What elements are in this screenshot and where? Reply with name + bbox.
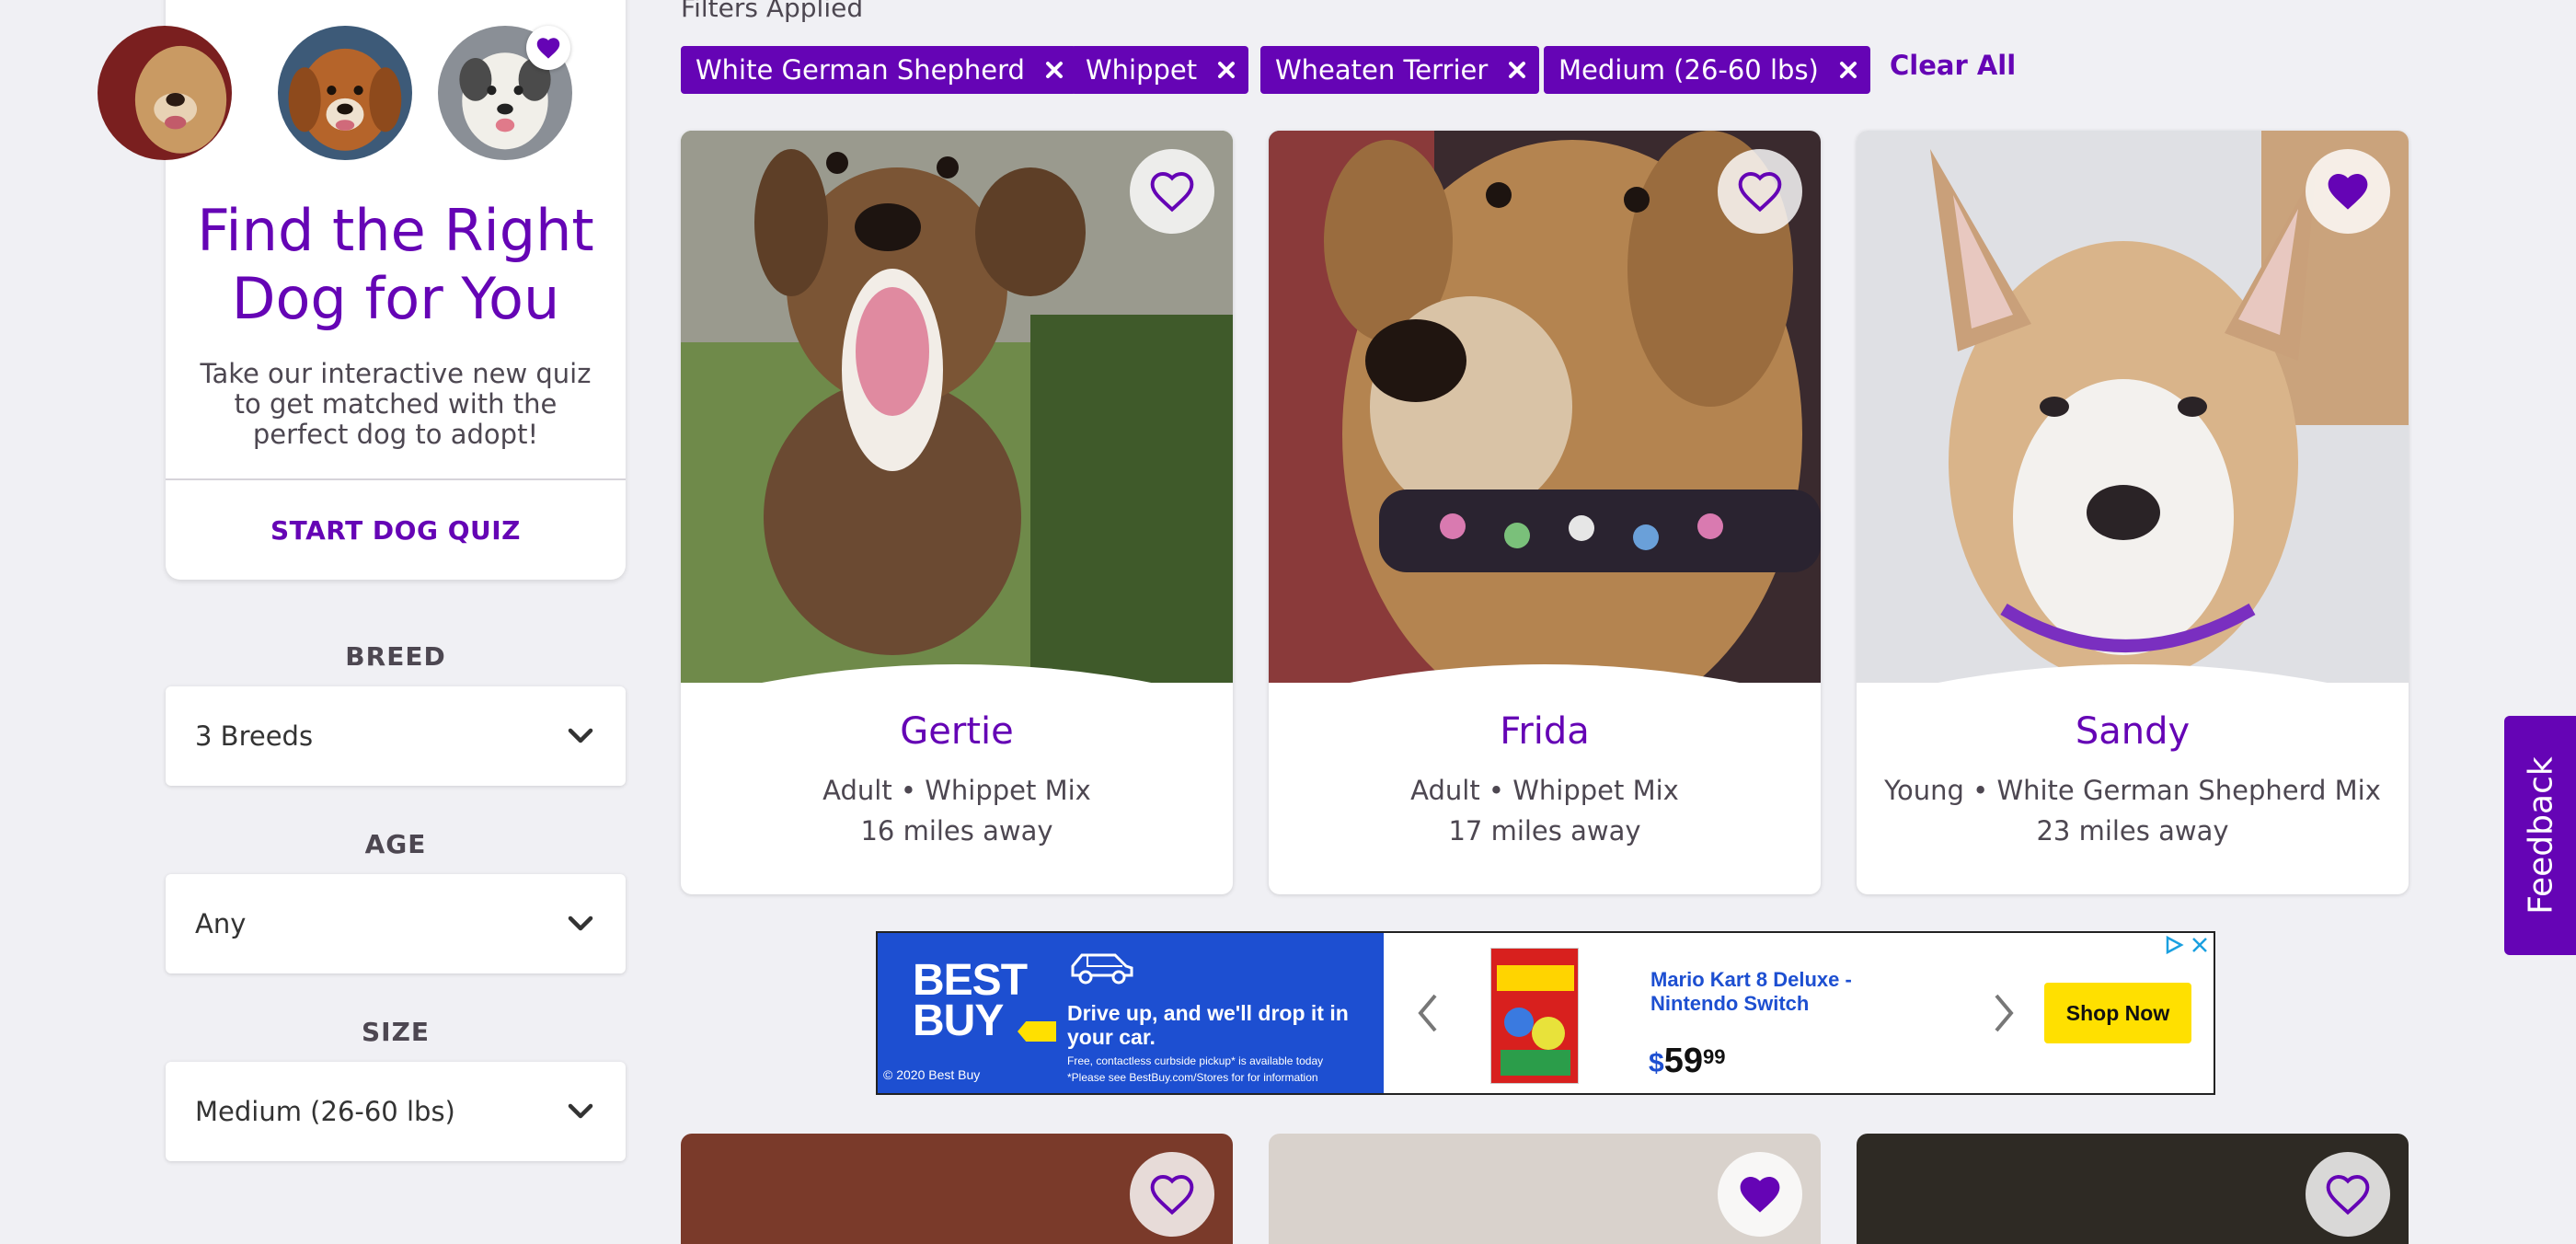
heart-filled-icon — [1740, 1177, 1780, 1213]
ad-left-panel: BEST BUY © 2020 Best Buy Drive up, and w… — [878, 933, 1384, 1093]
close-icon[interactable] — [2190, 935, 2210, 955]
filter-chip-wheaten-terrier[interactable]: Wheaten Terrier — [1260, 46, 1540, 94]
pet-meta: Adult • Whippet Mix — [1410, 775, 1679, 806]
breed-filter-label: BREED — [345, 641, 446, 672]
adchoices-icon[interactable] — [2164, 935, 2184, 955]
start-dog-quiz-button[interactable]: START DOG QUIZ — [166, 480, 626, 580]
chevron-down-icon — [568, 728, 593, 743]
size-select-value: Medium (26-60 lbs) — [195, 1096, 455, 1127]
filter-chip-white-german-shepherd[interactable]: White German Shepherd — [681, 46, 1076, 94]
pet-name[interactable]: Frida — [1269, 710, 1821, 753]
close-icon[interactable] — [1508, 61, 1526, 79]
heart-outline-icon — [1150, 1175, 1194, 1215]
pet-meta: Adult • Whippet Mix — [822, 775, 1091, 806]
ad-fine-print: *Please see BestBuy.com/Stores for for i… — [1067, 1071, 1318, 1084]
size-select[interactable]: Medium (26-60 lbs) — [166, 1062, 626, 1161]
best-buy-ad-banner[interactable]: BEST BUY © 2020 Best Buy Drive up, and w… — [876, 931, 2215, 1095]
close-icon[interactable] — [1217, 61, 1236, 79]
breed-select-value: 3 Breeds — [195, 720, 314, 752]
age-filter-label: AGE — [364, 829, 427, 859]
feedback-label: Feedback — [2522, 756, 2560, 915]
pet-card-gertie[interactable]: Gertie Adult • Whippet Mix 16 miles away — [681, 131, 1233, 894]
quiz-avatar-dog-1 — [98, 26, 232, 160]
favorite-button[interactable] — [1130, 1152, 1214, 1237]
close-icon[interactable] — [1045, 61, 1064, 79]
chevron-left-icon[interactable] — [1415, 992, 1441, 1034]
breed-select[interactable]: 3 Breeds — [166, 686, 626, 786]
pet-card-frida[interactable]: Frida Adult • Whippet Mix 17 miles away — [1269, 131, 1821, 894]
heart-outline-icon — [2326, 1175, 2370, 1215]
quiz-avatar-dog-2 — [278, 26, 412, 160]
ad-fine-print: Free, contactless curbside pickup* is av… — [1067, 1054, 1324, 1067]
pet-breed: Whippet Mix — [1512, 775, 1679, 806]
filter-chip-label: Medium (26-60 lbs) — [1558, 54, 1819, 86]
filter-chip-whippet[interactable]: Whippet — [1071, 46, 1249, 94]
pet-card-partial[interactable] — [1857, 1134, 2409, 1244]
price-whole: 59 — [1663, 1042, 1703, 1080]
close-icon[interactable] — [1839, 61, 1857, 79]
pet-age: Adult — [822, 775, 892, 806]
pet-card-curve — [1269, 664, 1821, 701]
pet-card-partial[interactable] — [681, 1134, 1233, 1244]
pet-distance: 16 miles away — [860, 815, 1053, 847]
car-icon — [1071, 953, 1133, 985]
ad-corner-controls — [2164, 935, 2210, 955]
size-filter-label: SIZE — [361, 1017, 430, 1047]
best-buy-logo: BEST BUY — [913, 956, 1028, 1045]
pet-name[interactable]: Sandy — [1857, 710, 2409, 753]
logo-line-2: BUY — [913, 996, 1004, 1045]
pet-distance: 23 miles away — [2036, 815, 2229, 847]
quiz-description: Take our interactive new quiz to get mat… — [200, 358, 592, 450]
ad-copyright: © 2020 Best Buy — [883, 1067, 981, 1082]
heart-outline-icon — [1738, 172, 1782, 213]
pet-breed: Whippet Mix — [925, 775, 1091, 806]
filter-chip-label: White German Shepherd — [696, 54, 1025, 86]
filter-chip-medium-size[interactable]: Medium (26-60 lbs) — [1544, 46, 1870, 94]
favorite-button-gertie[interactable] — [1130, 149, 1214, 234]
favorite-button-sandy[interactable] — [2306, 149, 2390, 234]
price-currency: $ — [1649, 1048, 1664, 1078]
heart-filled-icon — [536, 38, 560, 59]
filter-chip-label: Whippet — [1086, 54, 1198, 86]
ad-price: $5999 — [1649, 1042, 1725, 1081]
favorite-button-frida[interactable] — [1718, 149, 1802, 234]
pet-distance: 17 miles away — [1448, 815, 1641, 847]
ad-product-name[interactable]: Mario Kart 8 Deluxe - Nintendo Switch — [1650, 968, 1871, 1016]
age-select-value: Any — [195, 908, 247, 939]
clear-all-filters-link[interactable]: Clear All — [1890, 50, 2016, 81]
age-select[interactable]: Any — [166, 874, 626, 973]
pet-age: Young — [1884, 775, 1964, 806]
feedback-tab[interactable]: Feedback — [2504, 716, 2576, 955]
pet-meta: Young • White German Shepherd Mix — [1884, 775, 2381, 806]
pet-age: Adult — [1410, 775, 1480, 806]
pet-name[interactable]: Gertie — [681, 710, 1233, 753]
mario-kart-product-image[interactable] — [1490, 948, 1579, 1084]
chevron-right-icon[interactable] — [1991, 992, 2017, 1034]
pet-card-curve — [681, 664, 1233, 701]
favorite-button[interactable] — [1718, 1152, 1802, 1237]
pet-card-curve — [1857, 664, 2409, 701]
heart-filled-icon — [2328, 174, 2368, 210]
shop-now-button[interactable]: Shop Now — [2044, 983, 2191, 1043]
chevron-down-icon — [568, 916, 593, 931]
pet-card-sandy[interactable]: Sandy Young • White German Shepherd Mix … — [1857, 131, 2409, 894]
ad-headline: Drive up, and we'll drop it in your car. — [1067, 1001, 1349, 1049]
chevron-down-icon — [568, 1103, 593, 1119]
pet-card-partial[interactable] — [1269, 1134, 1821, 1244]
price-cents: 99 — [1702, 1045, 1726, 1068]
favorite-button[interactable] — [2306, 1152, 2390, 1237]
quiz-title: Find the Right Dog for You — [197, 197, 594, 332]
logo-line-1: BEST — [913, 956, 1028, 1005]
quiz-avatar-favorite-badge — [526, 26, 570, 70]
heart-outline-icon — [1150, 172, 1194, 213]
pet-breed: White German Shepherd Mix — [1996, 775, 2381, 806]
filters-applied-heading: Filters Applied — [681, 0, 864, 23]
filter-chip-label: Wheaten Terrier — [1275, 54, 1489, 86]
